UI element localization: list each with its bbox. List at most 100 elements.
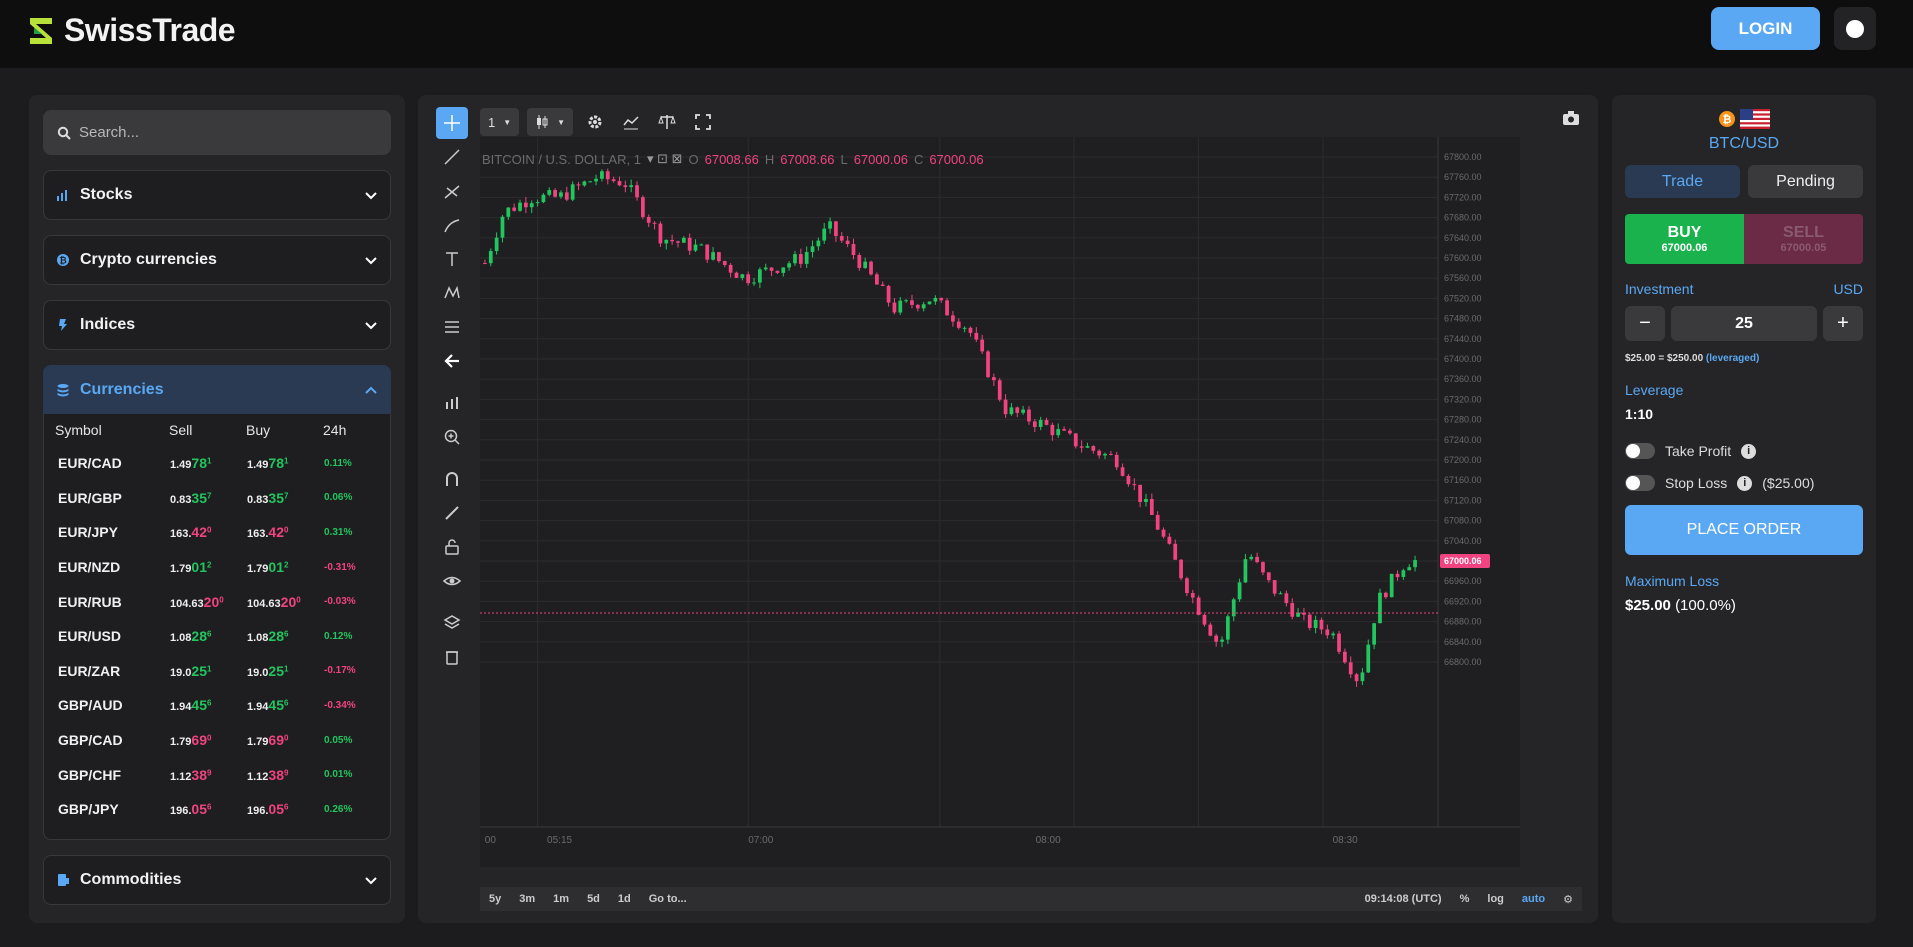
measure-tool[interactable]: [436, 311, 468, 343]
price-tick-label: 67760.00: [1444, 172, 1482, 182]
row-buy[interactable]: 196.056: [247, 801, 324, 817]
category-currencies[interactable]: Currencies: [43, 365, 391, 415]
increase-button[interactable]: +: [1823, 306, 1863, 341]
zoom-tool[interactable]: [436, 421, 468, 453]
utc-clock[interactable]: 09:14:08 (UTC): [1365, 893, 1442, 905]
tab-pending[interactable]: Pending: [1748, 165, 1863, 198]
row-buy[interactable]: 1.79690: [247, 732, 324, 748]
log-toggle[interactable]: log: [1487, 893, 1504, 905]
buy-fraction: 1: [284, 664, 289, 674]
price-chart[interactable]: 67800.00 67760.00 67720.00 67680.00 67640.00…: [480, 137, 1520, 867]
crosshair-tool[interactable]: [436, 107, 468, 139]
currency-row[interactable]: EUR/NZD 1.79012 1.79012 -0.31%: [44, 550, 390, 585]
row-buy[interactable]: 1.12389: [247, 767, 324, 783]
currency-row[interactable]: GBP/CAD 1.79690 1.79690 0.05%: [44, 723, 390, 758]
row-sell[interactable]: 104.63200: [170, 594, 247, 610]
indicator-tool[interactable]: [436, 387, 468, 419]
range-5y[interactable]: 5y: [489, 893, 501, 905]
category-commodities[interactable]: Commodities: [43, 855, 391, 905]
login-button[interactable]: LOGIN: [1711, 7, 1820, 50]
chart-type-select[interactable]: ▼: [527, 108, 574, 136]
fib-tool[interactable]: [436, 175, 468, 207]
back-tool[interactable]: [436, 345, 468, 377]
indicators-button[interactable]: [617, 108, 645, 136]
row-sell[interactable]: 1.94456: [170, 697, 247, 713]
row-buy[interactable]: 1.08286: [247, 628, 324, 644]
place-order-button[interactable]: PLACE ORDER: [1625, 505, 1863, 555]
row-sell[interactable]: 1.08286: [170, 628, 247, 644]
take-profit-toggle[interactable]: [1625, 443, 1655, 459]
visibility-tool[interactable]: [436, 565, 468, 597]
info-icon[interactable]: i: [1741, 443, 1757, 459]
buy-button[interactable]: BUY 67000.06: [1625, 214, 1744, 264]
chart-gear-icon[interactable]: ⚙: [1563, 893, 1573, 906]
currency-row[interactable]: GBP/AUD 1.94456 1.94456 -0.34%: [44, 688, 390, 723]
leverage-value[interactable]: 1:10: [1625, 406, 1653, 422]
range-1m[interactable]: 1m: [553, 893, 569, 905]
category-crypto[interactable]: ₿ Crypto currencies: [43, 235, 391, 285]
currency-row[interactable]: GBP/CHF 1.12389 1.12389 0.01%: [44, 757, 390, 792]
text-tool[interactable]: [436, 243, 468, 275]
chart-settings-button[interactable]: [581, 108, 609, 136]
pair-name[interactable]: BTC/USD: [1612, 135, 1876, 153]
currency-row[interactable]: EUR/ZAR 19.0251 19.0251 -0.17%: [44, 654, 390, 689]
currency-row[interactable]: EUR/RUB 104.63200 104.63200 -0.03%: [44, 584, 390, 619]
stop-loss-toggle[interactable]: [1625, 475, 1655, 491]
trash-tool[interactable]: [436, 641, 468, 673]
currency-row[interactable]: GBP/JPY 196.056 196.056 0.26%: [44, 792, 390, 827]
decrease-button[interactable]: −: [1625, 306, 1665, 341]
row-sell[interactable]: 0.83357: [170, 490, 247, 506]
row-sell[interactable]: 1.49781: [170, 455, 247, 471]
interval-select[interactable]: 1 ▼: [480, 108, 520, 136]
magnet-tool[interactable]: [436, 463, 468, 495]
goto-button[interactable]: Go to...: [649, 893, 687, 905]
range-5d[interactable]: 5d: [587, 893, 600, 905]
compare-button[interactable]: [653, 108, 681, 136]
theme-toggle-button[interactable]: [1834, 7, 1876, 50]
candle-body: [717, 252, 721, 262]
row-sell[interactable]: 1.79690: [170, 732, 247, 748]
category-indices[interactable]: Indices: [43, 300, 391, 350]
row-buy[interactable]: 1.49781: [247, 455, 324, 471]
row-sell[interactable]: 1.12389: [170, 767, 247, 783]
currency-row[interactable]: EUR/GBP 0.83357 0.83357 0.06%: [44, 481, 390, 516]
row-buy[interactable]: 0.83357: [247, 490, 324, 506]
currency-row[interactable]: EUR/JPY 163.420 163.420 0.31%: [44, 515, 390, 550]
row-sell[interactable]: 1.79012: [170, 559, 247, 575]
range-1d[interactable]: 1d: [618, 893, 631, 905]
pattern-tool[interactable]: [436, 277, 468, 309]
investment-input[interactable]: 25: [1671, 306, 1817, 341]
price-tick-label: 66920.00: [1444, 596, 1482, 606]
tab-trade[interactable]: Trade: [1625, 165, 1740, 198]
currency-row[interactable]: EUR/CAD 1.49781 1.49781 0.11%: [44, 446, 390, 481]
layers-tool[interactable]: [436, 607, 468, 639]
stay-draw-tool[interactable]: [436, 497, 468, 529]
brush-tool[interactable]: [436, 209, 468, 241]
sell-button[interactable]: SELL 67000.05: [1744, 214, 1863, 264]
currency-row[interactable]: EUR/USD 1.08286 1.08286 0.12%: [44, 619, 390, 654]
search-box[interactable]: [43, 110, 391, 155]
percent-toggle[interactable]: %: [1460, 893, 1470, 905]
row-buy[interactable]: 104.63200: [247, 594, 324, 610]
category-stocks[interactable]: Stocks: [43, 170, 391, 220]
screenshot-button[interactable]: [1562, 110, 1580, 131]
row-buy[interactable]: 1.79012: [247, 559, 324, 575]
buy-fraction: 7: [284, 491, 289, 501]
search-input[interactable]: [79, 124, 369, 141]
price-tick-label: 66840.00: [1444, 637, 1482, 647]
lock-tool[interactable]: [436, 531, 468, 563]
info-icon[interactable]: i: [1737, 475, 1753, 491]
auto-toggle[interactable]: auto: [1522, 893, 1545, 905]
row-sell[interactable]: 163.420: [170, 524, 247, 540]
row-sell[interactable]: 196.056: [170, 801, 247, 817]
time-tick-label: 07:00: [748, 835, 773, 846]
fullscreen-button[interactable]: [689, 108, 717, 136]
row-buy[interactable]: 19.0251: [247, 663, 324, 679]
trendline-tool[interactable]: [436, 141, 468, 173]
row-buy[interactable]: 163.420: [247, 524, 324, 540]
row-sell[interactable]: 19.0251: [170, 663, 247, 679]
row-buy[interactable]: 1.94456: [247, 697, 324, 713]
range-3m[interactable]: 3m: [519, 893, 535, 905]
brand-logo[interactable]: SwissTrade: [28, 12, 236, 49]
candle-body: [1237, 582, 1242, 600]
